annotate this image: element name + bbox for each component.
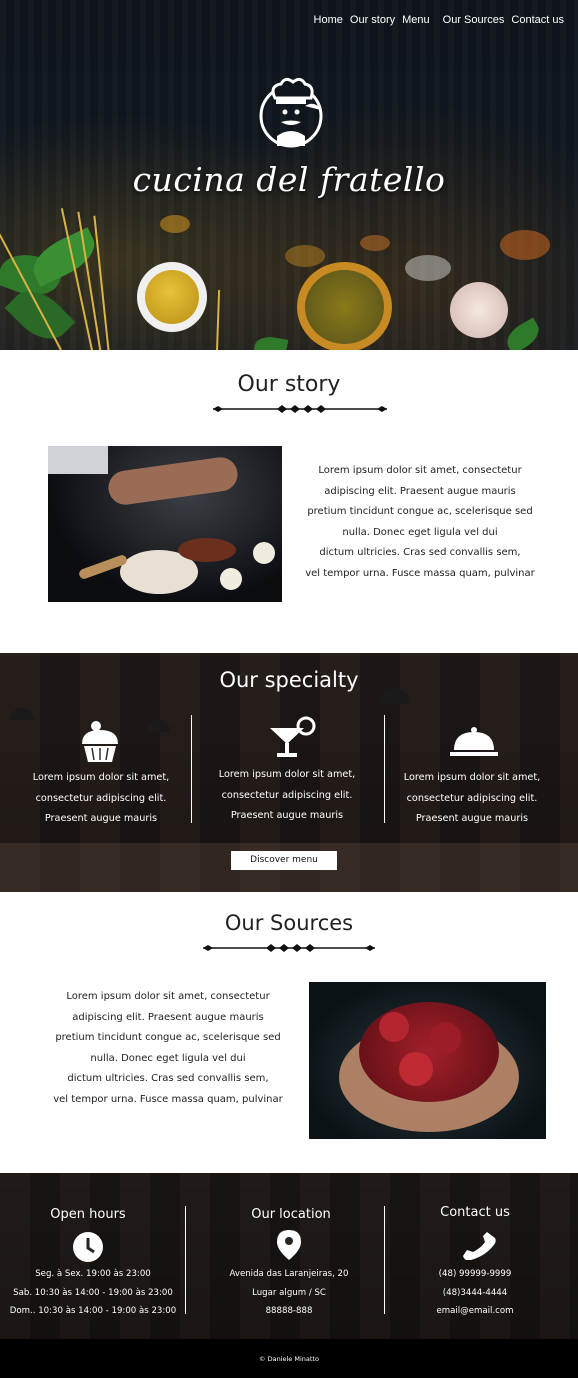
brand-name: cucina del fratello bbox=[132, 160, 446, 199]
strawberries-photo bbox=[309, 982, 546, 1139]
story-line: adipiscing elit. Praesent augue mauris bbox=[324, 485, 516, 497]
sources-line: pretium tincidunt congue ac, scelerisque… bbox=[55, 1032, 281, 1044]
olive-oil bbox=[145, 270, 199, 324]
discover-menu-button[interactable]: Discover menu bbox=[231, 851, 337, 870]
specialty-line: consectetur adipiscing elit. bbox=[406, 792, 538, 804]
specialty-line: Praesent augue mauris bbox=[44, 813, 158, 825]
story-text: Lorem ipsum dolor sit amet, consectetur … bbox=[300, 461, 540, 585]
clock-icon bbox=[73, 1232, 103, 1262]
chef-kneading-photo bbox=[48, 446, 282, 602]
footer: © Daniele Minatto bbox=[0, 1339, 578, 1378]
main-nav: Home Our story Menu Our Sources Contact … bbox=[314, 14, 564, 26]
story-line: Lorem ipsum dolor sit amet, consectetur bbox=[318, 465, 522, 476]
location-line: Lugar algum / SC bbox=[252, 1287, 326, 1298]
nav-home[interactable]: Home bbox=[314, 14, 343, 26]
specialty-line: Lorem ipsum dolor sit amet, bbox=[32, 772, 170, 783]
nav-contact-us[interactable]: Contact us bbox=[511, 14, 564, 26]
ornament-divider bbox=[203, 944, 375, 952]
map-pin-icon bbox=[277, 1230, 301, 1260]
cupcake-icon bbox=[82, 721, 118, 762]
specialty-line: Praesent augue mauris bbox=[230, 810, 344, 822]
specialty-line: consectetur adipiscing elit. bbox=[35, 792, 167, 804]
chef-logo-icon bbox=[259, 77, 323, 148]
contact-title: Contact us bbox=[440, 1205, 510, 1220]
pesto bbox=[305, 270, 384, 344]
sources-title: Our Sources bbox=[224, 911, 354, 935]
specialty-line: Lorem ipsum dolor sit amet, bbox=[218, 769, 356, 780]
spice bbox=[360, 235, 390, 251]
column-divider bbox=[191, 715, 192, 823]
contact-text: (48) 99999-9999 (48)3444-4444 email@emai… bbox=[385, 1265, 565, 1321]
spice bbox=[160, 215, 190, 233]
spice bbox=[405, 255, 451, 281]
specialty-title: Our specialty bbox=[219, 668, 359, 692]
nav-our-sources[interactable]: Our Sources bbox=[443, 14, 505, 26]
story-line: pretium tincidunt congue ac, scelerisque… bbox=[307, 506, 533, 518]
sources-line: Lorem ipsum dolor sit amet, consectetur bbox=[66, 991, 270, 1002]
hours-title: Open hours bbox=[50, 1207, 126, 1222]
specialty-text-2: Lorem ipsum dolor sit amet, consectetur … bbox=[212, 765, 362, 827]
sources-line: adipiscing elit. Praesent augue mauris bbox=[72, 1011, 264, 1023]
sources-text: Lorem ipsum dolor sit amet, consectetur … bbox=[48, 987, 288, 1111]
story-title: Our story bbox=[237, 372, 341, 397]
location-line: Avenida das Laranjeiras, 20 bbox=[229, 1269, 349, 1279]
nav-our-story[interactable]: Our story bbox=[350, 14, 395, 26]
hours-text: Seg. à Sex. 19:00 às 23:00 Sab. 10:30 às… bbox=[0, 1265, 186, 1321]
contact-phone-2[interactable]: (48)3444-4444 bbox=[385, 1284, 565, 1303]
specialty-text-3: Lorem ipsum dolor sit amet, consectetur … bbox=[397, 768, 547, 830]
story-line: vel tempor urna. Fusce massa quam, pulvi… bbox=[305, 567, 535, 579]
location-text: Avenida das Laranjeiras, 20 Lugar algum … bbox=[196, 1265, 382, 1321]
cloche-icon bbox=[450, 727, 498, 756]
sources-line: dictum ultricies. Cras sed convallis sem… bbox=[67, 1073, 269, 1085]
hours-line: Seg. à Sex. 19:00 às 23:00 bbox=[35, 1269, 151, 1279]
column-divider bbox=[384, 715, 385, 823]
contact-phone-1[interactable]: (48) 99999-9999 bbox=[385, 1265, 565, 1284]
spice bbox=[285, 245, 325, 267]
spice bbox=[500, 230, 550, 260]
story-line: nulla. Donec eget ligula vel dui bbox=[342, 526, 498, 538]
specialty-line: Praesent augue mauris bbox=[415, 813, 529, 825]
story-line: dictum ultricies. Cras sed convallis sem… bbox=[319, 547, 521, 559]
specialty-line: consectetur adipiscing elit. bbox=[221, 789, 353, 801]
phone-icon bbox=[463, 1232, 496, 1260]
specialty-line: Lorem ipsum dolor sit amet, bbox=[403, 772, 541, 783]
hours-line: Dom.. 10:30 às 14:00 - 19:00 às 23:00 bbox=[9, 1306, 177, 1316]
hero-banner: Home Our story Menu Our Sources Contact … bbox=[0, 0, 578, 350]
location-title: Our location bbox=[251, 1207, 331, 1222]
location-line: 88888-888 bbox=[265, 1306, 313, 1316]
nav-menu[interactable]: Menu bbox=[402, 14, 430, 26]
footer-credit: © Daniele Minatto bbox=[259, 1355, 319, 1363]
cocktail-icon bbox=[270, 716, 316, 757]
sources-line: vel tempor urna. Fusce massa quam, pulvi… bbox=[53, 1093, 283, 1105]
contact-email[interactable]: email@email.com bbox=[385, 1302, 565, 1321]
ornament-divider bbox=[213, 405, 387, 413]
garlic bbox=[450, 282, 508, 338]
hours-line: Sab. 10:30 às 14:00 - 19:00 às 23:00 bbox=[13, 1287, 173, 1298]
sources-line: nulla. Donec eget ligula vel dui bbox=[90, 1052, 246, 1064]
specialty-text-1: Lorem ipsum dolor sit amet, consectetur … bbox=[26, 768, 176, 830]
